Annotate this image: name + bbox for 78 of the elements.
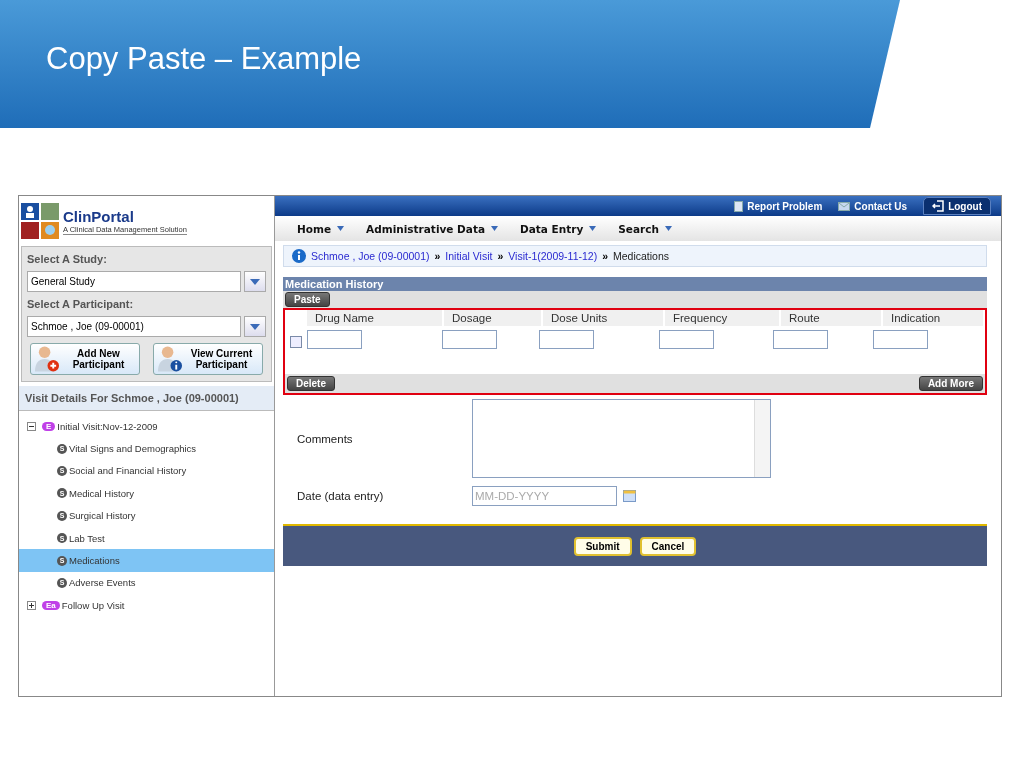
column-header: Frequency — [665, 310, 779, 326]
input-field[interactable] — [873, 330, 928, 349]
comments-label: Comments — [297, 432, 354, 445]
study-select[interactable]: General Study — [27, 271, 241, 292]
breadcrumb-separator: » — [497, 250, 504, 262]
logout-icon — [932, 200, 945, 212]
participant-button[interactable]: View Current Participant — [153, 343, 263, 375]
caret-icon — [664, 226, 672, 231]
caret-icon — [250, 323, 260, 330]
top-link[interactable]: Logout — [923, 197, 991, 215]
form-button[interactable]: Submit — [573, 536, 632, 556]
envelope-icon — [838, 201, 851, 211]
caret-icon — [337, 226, 345, 231]
visit-label: Initial Visit:Nov-12-2009 — [57, 420, 158, 432]
document-icon — [734, 200, 744, 212]
paste-button[interactable]: Paste — [285, 292, 330, 307]
form-label: Medical History — [69, 487, 134, 499]
caret-icon — [250, 278, 260, 285]
info-icon — [292, 249, 306, 263]
collapse-icon[interactable] — [27, 421, 36, 431]
form-label: Adverse Events — [69, 577, 136, 589]
scrollbar[interactable] — [754, 400, 770, 477]
breadcrumb-separator: » — [434, 250, 441, 262]
app-name: ClinPortal — [63, 207, 135, 225]
comments-field[interactable] — [472, 399, 771, 478]
expand-icon[interactable] — [27, 600, 36, 610]
column-header: Drug Name — [307, 310, 442, 326]
input-field[interactable] — [539, 330, 594, 349]
form-label: Medications — [69, 555, 120, 567]
logo-icon — [21, 203, 59, 239]
form-label: Surgical History — [69, 510, 136, 522]
add-more-button[interactable]: Add More — [918, 376, 983, 391]
person-info-icon — [158, 345, 183, 373]
visit-details-header: Visit Details For Schmoe , Joe (09-00001) — [19, 386, 274, 410]
event-badge: Ea — [42, 600, 60, 610]
breadcrumb-link[interactable]: Initial Visit — [445, 250, 493, 262]
menu-item[interactable]: Data Entry — [520, 222, 597, 235]
study-label: Select A Study: — [27, 253, 108, 265]
breadcrumb-separator: » — [602, 250, 608, 262]
tree-item[interactable]: Ea Follow Up Visit — [19, 594, 274, 617]
participant-label: Select A Participant: — [27, 298, 135, 310]
date-label: Date (data entry) — [297, 490, 385, 502]
menu-item[interactable]: Administrative Data — [366, 222, 498, 235]
input-field[interactable] — [307, 330, 362, 349]
breadcrumb-link[interactable]: Visit-1(2009-11-12) — [508, 250, 598, 262]
top-link[interactable]: Contact Us — [838, 200, 908, 212]
input-field[interactable] — [773, 330, 828, 349]
input-field[interactable] — [659, 330, 714, 349]
breadcrumb-current[interactable]: Medications — [613, 250, 670, 262]
column-header: Route — [781, 310, 881, 326]
dropdown-button[interactable] — [244, 271, 266, 292]
form-label: Lab Test — [69, 532, 105, 544]
breadcrumb-link[interactable]: Schmoe , Joe (09-00001) — [311, 250, 430, 262]
form-button[interactable]: Cancel — [639, 536, 697, 556]
visit-label: Follow Up Visit — [61, 599, 125, 611]
participant-button[interactable]: Add New Participant — [30, 343, 140, 375]
dropdown-button[interactable] — [244, 316, 266, 337]
input-field[interactable] — [442, 330, 497, 349]
calendar-icon[interactable] — [623, 490, 636, 502]
caret-icon — [589, 226, 597, 231]
form-label: Social and Financial History — [69, 465, 187, 477]
date-field[interactable]: MM-DD-YYYY — [472, 486, 617, 506]
slide-title: Copy Paste – Example — [46, 41, 362, 77]
top-link[interactable]: Report Problem — [734, 200, 823, 212]
column-header: Dose Units — [543, 310, 663, 326]
menu-item[interactable]: Home — [297, 222, 345, 235]
column-header: Dosage — [444, 310, 541, 326]
participant-select[interactable]: Schmoe , Joe (09-00001) — [27, 316, 241, 337]
caret-icon — [491, 226, 498, 231]
event-badge: E — [42, 421, 56, 431]
column-header: Indication — [883, 310, 983, 326]
section-header: Medication History — [283, 277, 987, 291]
tree-item[interactable]: E Initial Visit:Nov-12-2009 — [19, 415, 274, 438]
menu-item[interactable]: Search — [618, 222, 672, 235]
form-label: Vital Signs and Demographics — [69, 443, 197, 455]
delete-button[interactable]: Delete — [287, 376, 335, 391]
row-checkbox[interactable] — [290, 336, 302, 348]
person-add-icon — [35, 345, 60, 373]
